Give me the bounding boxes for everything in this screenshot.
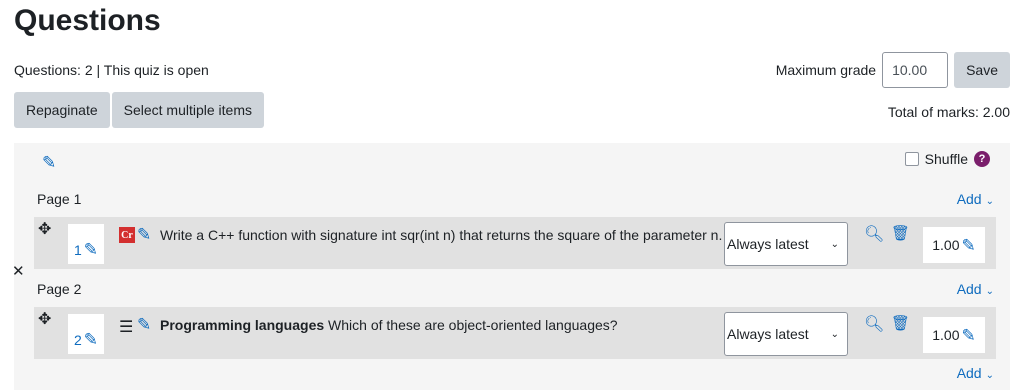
page-title: Questions (14, 4, 161, 37)
question-text[interactable]: Programming languages Which of these are… (160, 317, 725, 333)
version-select[interactable]: Always latest ⌄ (724, 312, 848, 356)
version-value: Always latest (727, 236, 809, 252)
question-summary: Write a C++ function with signature int … (160, 227, 723, 243)
question-text[interactable]: Write a C++ function with signature int … (160, 227, 725, 243)
question-name: Programming languages (160, 317, 325, 333)
max-grade-form: Maximum grade Save (776, 52, 1010, 88)
preview-icon[interactable]: 🔍︎ (864, 224, 884, 244)
add-label: Add (956, 365, 982, 381)
edit-slot-number-icon[interactable]: ✎ (84, 241, 98, 258)
repaginate-button[interactable]: Repaginate (14, 92, 110, 128)
max-mark[interactable]: 1.00 ✎ (923, 317, 985, 353)
page-2-label: Page 2 (37, 281, 82, 297)
add-button-page-2[interactable]: Add ⌄ (957, 281, 994, 297)
edit-question-icon[interactable]: ✎ (137, 316, 151, 333)
quiz-status: Questions: 2 | This quiz is open (14, 62, 209, 78)
edit-mark-icon[interactable]: ✎ (962, 327, 976, 344)
slot-number: 1 (73, 242, 82, 258)
max-mark-value: 1.00 (932, 327, 960, 343)
edit-section-heading-icon[interactable]: ✎ (42, 154, 56, 171)
slot-number: 2 (73, 332, 82, 348)
chevron-down-icon: ⌄ (830, 328, 839, 340)
edit-question-icon[interactable]: ✎ (137, 226, 151, 243)
page-1-label: Page 1 (37, 191, 82, 207)
total-marks: Total of marks: 2.00 (887, 104, 1010, 120)
question-slot-1: ✥ 1 ✎ Cr ✎ Write a C++ function with sig… (34, 217, 996, 269)
version-value: Always latest (727, 326, 809, 342)
shuffle-control: Shuffle ? (904, 151, 990, 167)
add-button-page-1[interactable]: Add ⌄ (957, 191, 994, 207)
slot-number-1[interactable]: 1 ✎ (68, 224, 104, 264)
slot-number-2[interactable]: 2 ✎ (68, 314, 104, 354)
delete-icon[interactable]: 🗑︎ (891, 314, 910, 332)
question-slot-2: ✥ 2 ✎ ☰ ✎ Programming languages Which of… (34, 307, 996, 359)
quiz-section: ✎ Shuffle ? Page 1 Add ⌄ ✥ 1 ✎ Cr ✎ Write… (14, 143, 1010, 390)
edit-slot-number-icon[interactable]: ✎ (84, 331, 98, 348)
preview-icon[interactable]: 🔍︎ (864, 314, 884, 334)
max-mark-value: 1.00 (932, 237, 960, 253)
edit-mark-icon[interactable]: ✎ (962, 237, 976, 254)
add-button-end[interactable]: Add ⌄ (957, 365, 994, 381)
move-icon[interactable]: ✥ (38, 219, 51, 239)
shuffle-checkbox[interactable] (904, 152, 919, 166)
chevron-down-icon: ⌄ (830, 238, 839, 250)
version-select[interactable]: Always latest ⌄ (724, 222, 848, 266)
move-icon[interactable]: ✥ (38, 309, 51, 329)
max-mark[interactable]: 1.00 ✎ (923, 227, 985, 263)
chevron-down-icon: ⌄ (985, 286, 994, 297)
select-multiple-button[interactable]: Select multiple items (111, 92, 265, 128)
chevron-down-icon: ⌄ (985, 196, 994, 207)
max-grade-input[interactable] (882, 52, 949, 88)
multichoice-icon: ☰ (119, 319, 134, 336)
remove-page-break-icon[interactable]: ✕ (12, 262, 25, 280)
toolbar: Repaginate Select multiple items (14, 92, 265, 128)
add-label: Add (956, 281, 982, 297)
shuffle-label: Shuffle (924, 151, 968, 167)
save-button[interactable]: Save (954, 52, 1010, 88)
question-summary: Which of these are object-oriented langu… (328, 317, 618, 333)
chevron-down-icon: ⌄ (985, 370, 994, 381)
help-icon[interactable]: ? (974, 151, 990, 167)
delete-icon[interactable]: 🗑︎ (891, 224, 910, 242)
add-label: Add (956, 191, 982, 207)
coderunner-icon: Cr (119, 227, 135, 243)
max-grade-label: Maximum grade (775, 62, 877, 78)
